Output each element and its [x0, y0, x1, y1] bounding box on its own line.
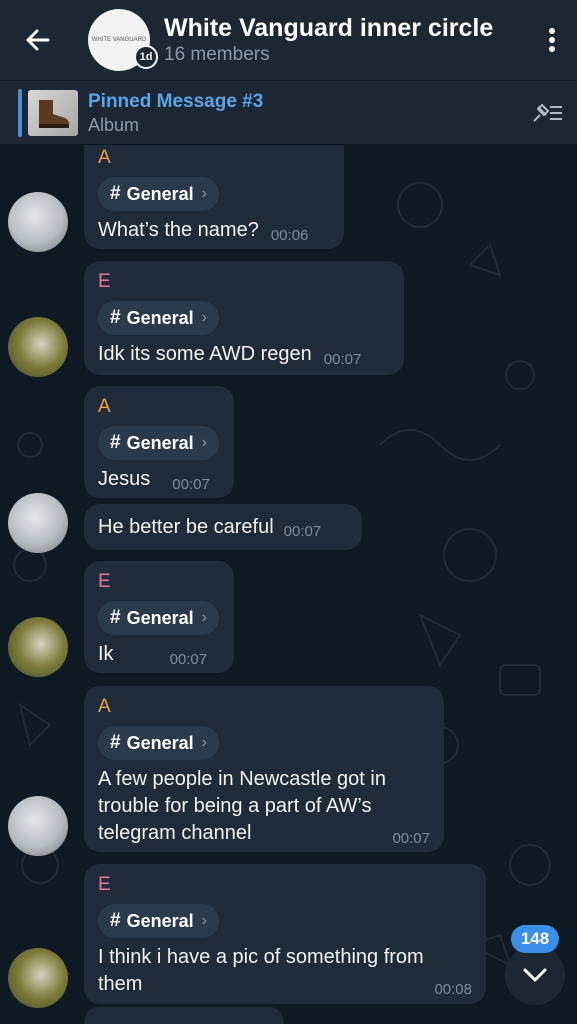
pinned-message-bar[interactable]: Pinned Message #3 Album	[0, 80, 577, 144]
topic-label: General	[126, 607, 194, 628]
topic-chip[interactable]: # General ›	[98, 904, 219, 938]
group-avatar[interactable]: WHITE VANGUARD 1d	[88, 9, 158, 71]
group-logo: WHITE VANGUARD	[91, 36, 147, 43]
unread-count-badge: 148	[511, 925, 559, 953]
topic-label: General	[126, 307, 194, 328]
chevron-right-icon: ›	[201, 434, 207, 451]
message-text-line: A few people in Newcastle got in	[98, 768, 386, 790]
message-text-line: telegram channel	[98, 822, 252, 844]
message-time: 00:07	[392, 830, 430, 847]
sender-name[interactable]: E	[98, 569, 220, 595]
sender-name[interactable]: E	[98, 269, 390, 295]
hash-icon: #	[110, 183, 121, 204]
pinned-subtitle: Album	[88, 114, 140, 135]
hash-icon: #	[110, 607, 121, 628]
chevron-right-icon: ›	[201, 309, 207, 326]
chevron-right-icon: ›	[201, 185, 207, 202]
message-bubble[interactable]: He better be careful 00:07	[84, 504, 362, 550]
hash-icon: #	[110, 732, 121, 753]
message-text: He better be careful	[98, 515, 274, 538]
avatar[interactable]	[8, 617, 68, 677]
chevron-right-icon: ›	[201, 912, 207, 929]
avatar[interactable]	[8, 317, 68, 377]
hash-icon: #	[110, 910, 121, 931]
pinned-thumbnail	[28, 89, 78, 136]
chat-header: WHITE VANGUARD 1d White Vanguard inner c…	[0, 0, 577, 80]
chevron-down-icon	[523, 968, 547, 982]
topic-label: General	[126, 432, 194, 453]
hash-icon: #	[110, 307, 121, 328]
message-text-line: I think i have a pic of something from	[98, 946, 424, 968]
message-text-line: them	[98, 973, 143, 995]
pin-list-icon	[533, 103, 562, 122]
chat-title-block[interactable]: White Vanguard inner circle 16 members	[164, 13, 527, 67]
topic-chip[interactable]: # General ›	[98, 177, 219, 211]
message-time: 00:07	[172, 476, 210, 493]
member-count: 16 members	[164, 44, 270, 65]
topic-label: General	[126, 910, 194, 931]
message-time: 00:08	[434, 981, 472, 998]
auto-delete-timer-badge: 1d	[134, 45, 158, 69]
message-bubble[interactable]: A # General › A few people in Newcastle …	[84, 686, 444, 852]
pinned-list-button[interactable]	[517, 81, 577, 145]
topic-chip[interactable]: # General ›	[98, 726, 219, 760]
message-bubble[interactable]: A # General › Jesus 00:07	[84, 386, 234, 498]
sender-name[interactable]: A	[98, 394, 220, 420]
message-time: 00:07	[169, 651, 208, 668]
pin-indicator	[18, 88, 22, 137]
message-time: 00:06	[270, 227, 309, 244]
sender-name[interactable]: E	[98, 872, 472, 898]
chevron-right-icon: ›	[201, 734, 207, 751]
message-bubble[interactable]: E # General › I think i have a pic of so…	[84, 864, 486, 1004]
topic-label: General	[126, 183, 194, 204]
pinned-title: Pinned Message #3	[88, 90, 264, 112]
message-text-line: trouble for being a part of AW’s	[98, 795, 372, 817]
message-text: What’s the name?	[98, 219, 259, 241]
more-menu-button[interactable]	[527, 0, 577, 80]
hash-icon: #	[110, 432, 121, 453]
topic-label: General	[126, 732, 194, 753]
message-bubble[interactable]	[84, 1007, 284, 1024]
sender-name[interactable]: A	[98, 145, 330, 171]
group-title: White Vanguard inner circle	[164, 14, 494, 42]
message-text: Ik	[98, 643, 114, 665]
boot-image-icon	[39, 99, 69, 128]
message-bubble[interactable]: E # General › Ik 00:07	[84, 561, 234, 673]
message-time: 00:07	[283, 522, 322, 540]
message-text: Jesus	[98, 468, 151, 490]
chevron-right-icon: ›	[201, 609, 207, 626]
scroll-to-bottom-button[interactable]	[505, 945, 565, 1005]
avatar[interactable]	[8, 948, 68, 1008]
topic-chip[interactable]: # General ›	[98, 301, 219, 335]
avatar[interactable]	[8, 192, 68, 252]
back-button[interactable]	[0, 0, 76, 80]
message-bubble[interactable]: A # General › What’s the name? 00:06	[84, 145, 344, 249]
avatar[interactable]	[8, 796, 68, 856]
more-vertical-icon	[549, 28, 555, 52]
message-list[interactable]: A # General › What’s the name? 00:06 E #…	[0, 145, 577, 1024]
arrow-left-icon	[26, 29, 50, 51]
message-bubble[interactable]: E # General › Idk its some AWD regen 00:…	[84, 261, 404, 375]
avatar[interactable]	[8, 493, 68, 553]
topic-chip[interactable]: # General ›	[98, 426, 219, 460]
topic-chip[interactable]: # General ›	[98, 601, 219, 635]
message-text: Idk its some AWD regen	[98, 343, 312, 365]
message-time: 00:07	[323, 351, 362, 368]
sender-name[interactable]: A	[98, 694, 430, 720]
